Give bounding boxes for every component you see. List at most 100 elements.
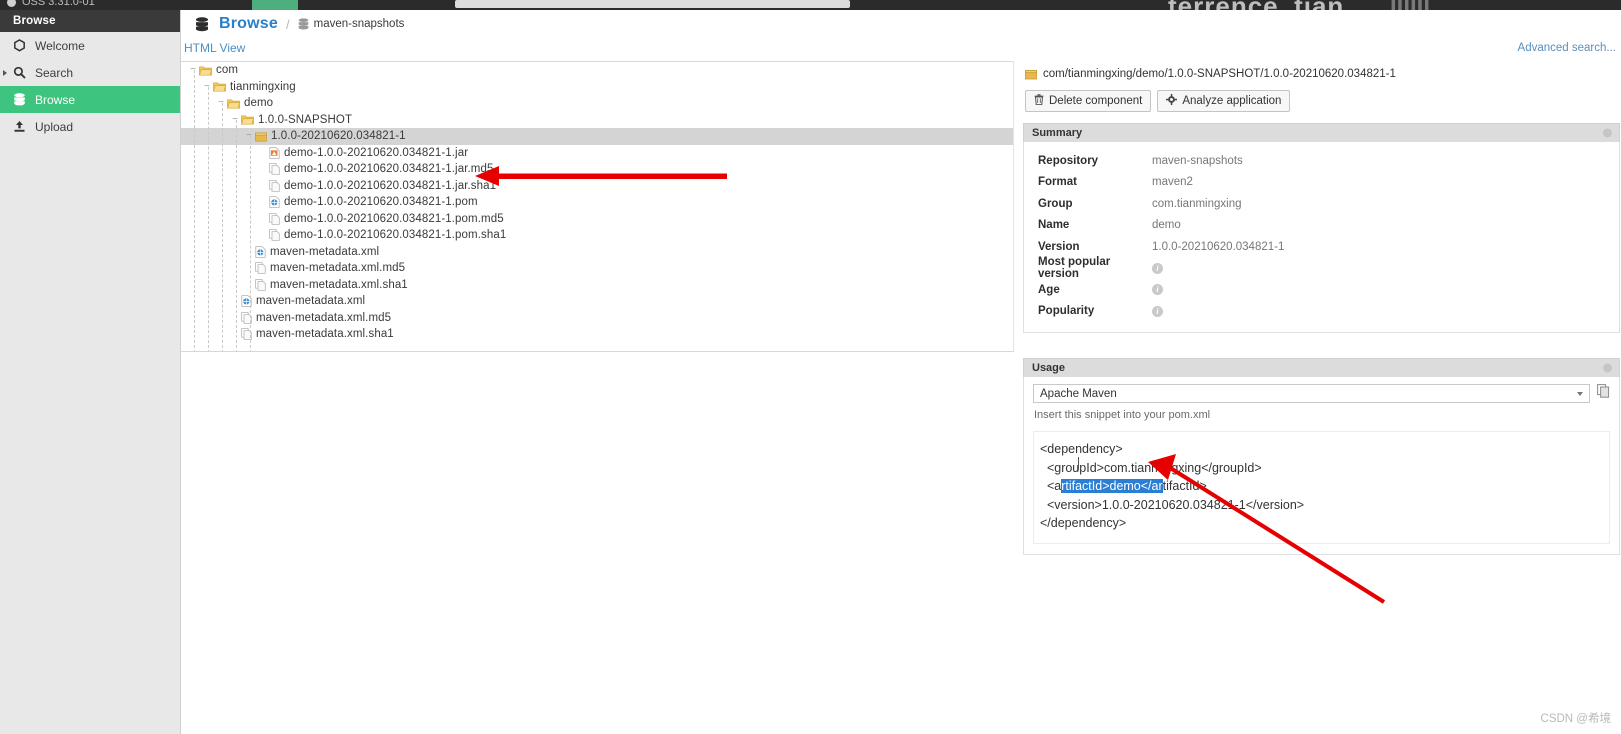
summary-row: Repository maven-snapshots <box>1024 150 1619 172</box>
copy-snippet-button[interactable] <box>1597 384 1610 403</box>
tree-node-list: − com − tianmingxing − demo −1.0.0-SNAPSHOT −1.… <box>181 62 1013 343</box>
summary-row-value: com.tianmingxing <box>1152 197 1242 210</box>
summary-row-value: maven-snapshots <box>1152 154 1243 167</box>
summary-row-key: Name <box>1038 219 1070 232</box>
tree-node[interactable]: maven-metadata.xml.md5 <box>181 260 1013 277</box>
usage-panel-header[interactable]: Usage <box>1023 358 1620 377</box>
collapse-icon[interactable] <box>1603 363 1612 373</box>
page-title[interactable]: Browse <box>219 15 278 33</box>
summary-row-key: Group <box>1038 197 1073 210</box>
expander-minus-icon[interactable]: − <box>187 65 199 75</box>
top-search-box[interactable] <box>455 0 850 8</box>
usage-hint: Insert this snippet into your pom.xml <box>1034 409 1211 421</box>
search-icon <box>11 66 28 79</box>
tree-node[interactable]: maven-metadata.xml.sha1 <box>181 277 1013 294</box>
tree-node-label: maven-metadata.xml.md5 <box>270 262 406 275</box>
app-version-label: OSS 3.31.0-01 <box>22 0 95 8</box>
advanced-search-link[interactable]: Advanced search... <box>1518 42 1616 54</box>
tree-node[interactable]: demo-1.0.0-20210620.034821-1.jar.sha1 <box>181 178 1013 195</box>
summary-row: Age i <box>1024 279 1619 301</box>
tree-node[interactable]: demo-1.0.0-20210620.034821-1.jar <box>181 145 1013 162</box>
info-icon[interactable]: i <box>1152 284 1163 296</box>
info-icon[interactable]: i <box>1152 305 1163 317</box>
folder-open-icon <box>241 114 254 125</box>
sidebar-item-search[interactable]: Search <box>0 59 180 86</box>
chevron-right-icon[interactable] <box>3 69 7 76</box>
snippet-line: <version>1.0.0-20210620.034821-1</versio… <box>1040 497 1305 512</box>
tree-node[interactable]: − com <box>181 62 1013 79</box>
tree-node-label: maven-metadata.xml.md5 <box>256 311 392 324</box>
tree-node[interactable]: demo-1.0.0-20210620.034821-1.jar.md5 <box>181 161 1013 178</box>
tree-node[interactable]: maven-metadata.xml.md5 <box>181 310 1013 327</box>
summary-row-value: demo <box>1152 219 1181 232</box>
tree-node[interactable]: − 1.0.0-20210620.034821-1 <box>181 128 1013 145</box>
tree-node[interactable]: maven-metadata.xml <box>181 293 1013 310</box>
folder-open-icon <box>199 65 212 76</box>
usage-panel-body: Apache Maven Insert this snippet into yo… <box>1023 377 1620 555</box>
tree-node[interactable]: − tianmingxing <box>181 79 1013 96</box>
tree-node-label: tianmingxing <box>230 80 296 93</box>
tree-node-label: maven-metadata.xml.sha1 <box>256 328 394 341</box>
tree-node-label: demo-1.0.0-20210620.034821-1.jar.md5 <box>284 163 494 176</box>
summary-panel-title: Summary <box>1032 127 1083 139</box>
html-view-link[interactable]: HTML View <box>184 41 245 55</box>
tree-node[interactable]: demo-1.0.0-20210620.034821-1.pom.md5 <box>181 211 1013 228</box>
tree-node[interactable]: − demo <box>181 95 1013 112</box>
expander-minus-icon[interactable]: − <box>243 131 255 141</box>
tree-node[interactable]: maven-metadata.xml <box>181 244 1013 261</box>
checksum-file-icon <box>269 212 280 225</box>
sidebar-item-upload[interactable]: Upload <box>0 113 180 140</box>
delete-component-button[interactable]: Delete component <box>1025 90 1152 112</box>
snippet-line: <artifactId>demo</artifactId> <box>1040 477 1603 496</box>
sidebar-item-browse[interactable]: Browse <box>0 86 180 113</box>
summary-row-value: maven2 <box>1152 176 1193 189</box>
tree-node[interactable]: − 1.0.0-SNAPSHOT <box>181 112 1013 129</box>
delete-component-label: Delete component <box>1049 95 1143 107</box>
info-icon[interactable]: i <box>1152 262 1163 274</box>
expander-minus-icon[interactable]: − <box>201 81 213 92</box>
sidebar-item-welcome[interactable]: Welcome <box>0 32 180 59</box>
summary-row-key: Most popular version <box>1038 256 1111 281</box>
breadcrumb: Browse / maven-snapshots <box>181 10 1621 39</box>
sidebar-item-label: Welcome <box>35 38 85 53</box>
database-icon <box>11 93 28 106</box>
folder-open-icon <box>213 81 226 92</box>
summary-row: Most popular version i <box>1024 256 1619 281</box>
repository-icon <box>298 18 309 30</box>
summary-panel-header[interactable]: Summary <box>1023 123 1620 142</box>
tree-guide-line <box>250 136 251 351</box>
analyze-application-button[interactable]: Analyze application <box>1157 90 1291 112</box>
csdn-watermark: CSDN @希境 <box>1540 713 1611 725</box>
tree-node-label: demo-1.0.0-20210620.034821-1.jar <box>284 146 469 159</box>
collapse-icon[interactable] <box>1603 128 1612 138</box>
tree-node-label: demo-1.0.0-20210620.034821-1.jar.sha1 <box>284 179 497 192</box>
summary-row: Popularity i <box>1024 301 1619 323</box>
tree-node-label: demo <box>244 97 274 110</box>
tree-node[interactable]: demo-1.0.0-20210620.034821-1.pom <box>181 194 1013 211</box>
sidebar-item-label: Upload <box>35 119 74 134</box>
subheader-bar: HTML View Advanced search... <box>181 39 1621 61</box>
tree-node-label: com <box>216 64 239 77</box>
tree-node-label: maven-metadata.xml.sha1 <box>270 278 408 291</box>
summary-row-key: Version <box>1038 240 1080 253</box>
expander-minus-icon[interactable]: − <box>215 98 227 108</box>
main-content: Browse / maven-snapshots HTML View Advan… <box>181 10 1621 734</box>
summary-rows: Repository maven-snapshots Format maven2 Gro… <box>1024 150 1619 322</box>
tree-node[interactable]: maven-metadata.xml.sha1 <box>181 326 1013 343</box>
sidebar-item-label: Browse <box>35 92 76 107</box>
summary-row-key: Repository <box>1038 154 1099 167</box>
breadcrumb-repository[interactable]: maven-snapshots <box>314 18 405 30</box>
expander-minus-icon[interactable]: − <box>229 114 241 125</box>
content-panes: − com − tianmingxing − demo −1.0.0-SNAPSHOT −1.… <box>181 61 1621 734</box>
tree-node[interactable]: demo-1.0.0-20210620.034821-1.pom.sha1 <box>181 227 1013 244</box>
checksum-file-icon <box>269 163 280 176</box>
text-cursor <box>1078 457 1079 470</box>
dependency-snippet[interactable]: <dependency> <groupId>com.tianmingxing</… <box>1033 431 1610 544</box>
nexus-logo-icon <box>7 0 16 7</box>
usage-format-select[interactable]: Apache Maven <box>1033 384 1590 403</box>
summary-row: Name demo <box>1024 215 1619 237</box>
upload-icon <box>11 120 28 133</box>
tree-node-label: maven-metadata.xml <box>256 295 366 308</box>
repository-tree[interactable]: − com − tianmingxing − demo −1.0.0-SNAPSHOT −1.… <box>181 61 1014 352</box>
sidebar-nav-list: Welcome Search Browse Upload <box>0 32 180 140</box>
